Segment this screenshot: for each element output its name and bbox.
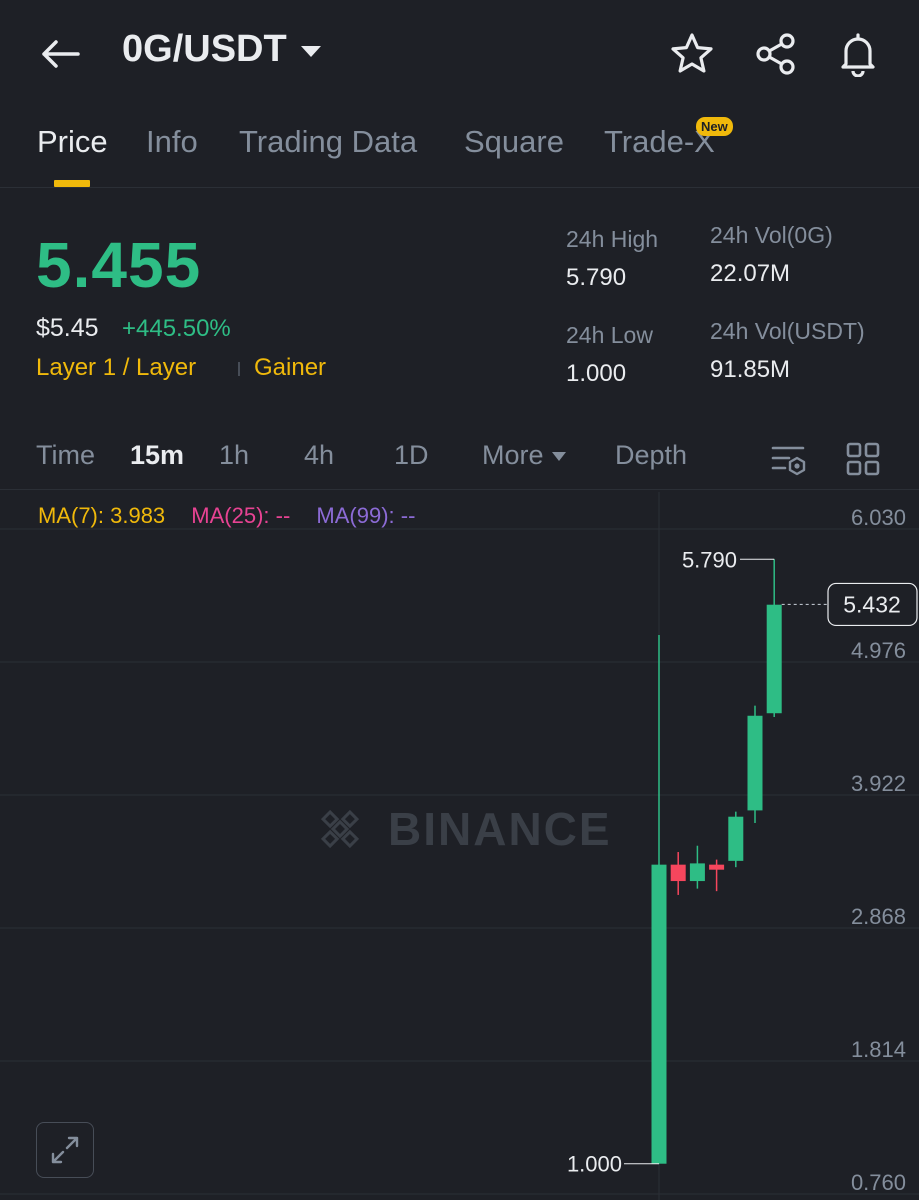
interval-more-button[interactable]: More	[482, 440, 566, 471]
vol-quote-value: 91.85M	[710, 356, 791, 383]
pair-title: 0G/USDT	[122, 28, 287, 70]
depth-tab[interactable]: Depth	[615, 440, 687, 471]
tab-info[interactable]: Info	[146, 124, 198, 160]
y-tick-label: 2.868	[851, 904, 906, 929]
new-badge: New	[696, 117, 733, 136]
alert-button[interactable]	[834, 30, 882, 78]
tag-divider	[238, 362, 240, 376]
candle-body	[766, 604, 782, 714]
vol-base-value: 22.07M	[710, 260, 791, 287]
candle-body	[670, 864, 686, 882]
category-tag[interactable]: Layer 1 / Layer	[36, 354, 196, 382]
pair-selector[interactable]: 0G/USDT	[122, 28, 321, 71]
current-price-label: 5.432	[843, 591, 901, 617]
last-price: 5.455	[36, 229, 202, 301]
ma99-value: MA(99): --	[316, 503, 416, 528]
chart-settings-icon	[771, 446, 806, 476]
candle-body	[728, 816, 744, 861]
high-marker-label: 5.790	[682, 547, 737, 572]
binance-logo-icon	[320, 809, 360, 849]
interval-time[interactable]: Time	[36, 440, 95, 471]
tab-trading-data[interactable]: Trading Data	[239, 124, 417, 160]
interval-4h[interactable]: 4h	[304, 440, 334, 471]
interval-bar: Time 15m 1h 4h 1D More Depth	[0, 428, 919, 490]
vol-quote-label: 24h Vol(USDT)	[710, 318, 865, 344]
ma25-value: MA(25): --	[191, 503, 291, 528]
active-tab-indicator	[54, 180, 90, 187]
star-icon	[671, 33, 713, 73]
bell-icon	[841, 33, 875, 77]
y-tick-label: 0.760	[851, 1170, 906, 1195]
vol-base-label: 24h Vol(0G)	[710, 222, 833, 248]
back-arrow-icon	[42, 40, 80, 68]
chevron-down-icon	[551, 452, 566, 462]
candle-body	[689, 863, 705, 882]
back-button[interactable]	[34, 30, 86, 78]
share-button[interactable]	[752, 30, 800, 78]
candle-body	[709, 864, 725, 870]
y-tick-label: 3.922	[851, 771, 906, 796]
chart-settings-button[interactable]	[768, 438, 810, 480]
low-label: 24h Low	[566, 322, 653, 348]
expand-icon	[51, 1136, 79, 1164]
layout-button[interactable]	[842, 438, 884, 480]
low-value: 1.000	[566, 360, 627, 387]
favorite-button[interactable]	[668, 30, 716, 78]
layout-grid-icon	[846, 442, 880, 476]
interval-1d[interactable]: 1D	[394, 440, 429, 471]
ma-legend: MA(7): 3.983 MA(25): -- MA(99): --	[38, 503, 435, 529]
watermark-text: BINANCE	[388, 803, 612, 855]
chevron-down-icon	[300, 46, 321, 57]
high-label: 24h High	[566, 226, 659, 252]
tab-bar: Price Info Trading Data Square Trade-X	[0, 112, 919, 188]
ma7-value: MA(7): 3.983	[38, 503, 166, 528]
low-marker-label: 1.000	[567, 1152, 622, 1177]
fullscreen-button[interactable]	[36, 1122, 94, 1178]
interval-more-label: More	[482, 440, 544, 470]
candle-body	[747, 715, 763, 811]
candlestick-chart[interactable]: BINANCE 6.030 4.976 3.922 2.868 1.814 0.760 5.7…	[0, 492, 919, 1200]
price-change-percent: +445.50%	[122, 315, 231, 342]
high-value: 5.790	[566, 264, 627, 291]
y-tick-label: 6.030	[851, 505, 906, 530]
interval-1h[interactable]: 1h	[219, 440, 249, 471]
top-bar: 0G/USDT	[0, 0, 919, 108]
usd-price: $5.45	[36, 314, 99, 342]
gainer-tag[interactable]: Gainer	[254, 354, 326, 382]
y-tick-label: 4.976	[851, 638, 906, 663]
tab-price[interactable]: Price	[37, 124, 108, 160]
share-icon	[756, 33, 795, 75]
tab-square[interactable]: Square	[464, 124, 564, 160]
y-tick-label: 1.814	[851, 1037, 906, 1062]
interval-15m[interactable]: 15m	[130, 440, 184, 471]
candle-body	[651, 864, 667, 1164]
